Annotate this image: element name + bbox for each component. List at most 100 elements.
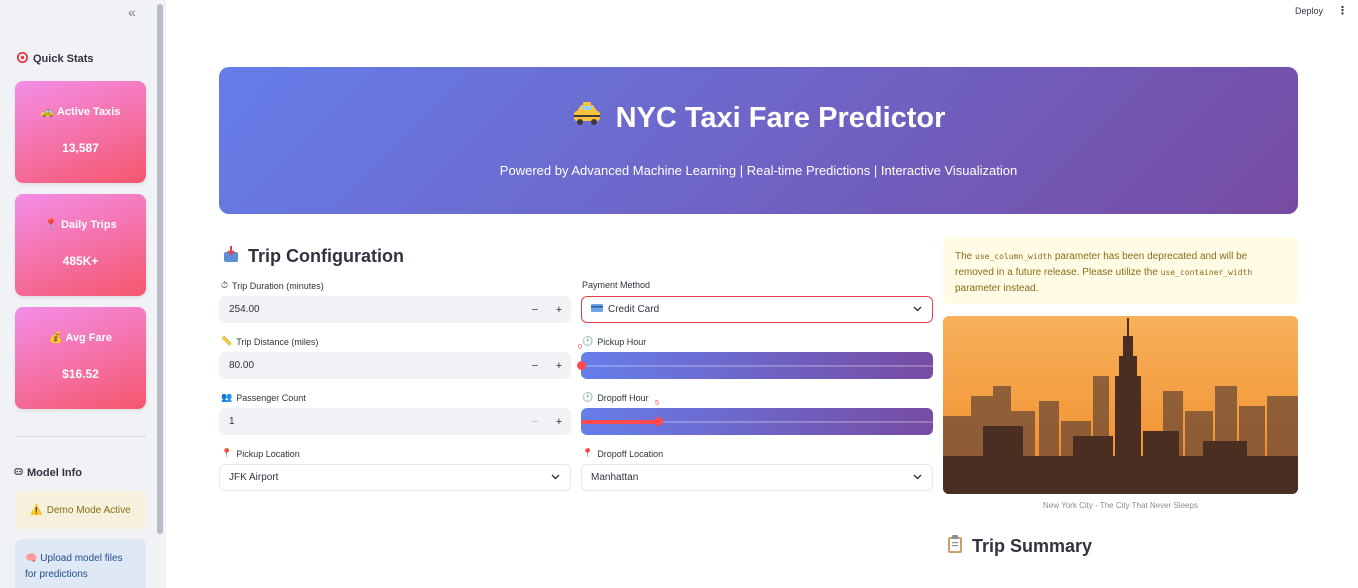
pin-icon: 📍 [221,448,233,458]
decrement-button[interactable]: − [523,304,547,316]
stat-card-avg-fare: 💰 Avg Fare $16.52 [15,307,146,409]
dropoff-location-label-text: Dropoff Location [597,448,664,459]
dropoff-location-label: 📍 Dropoff Location [582,448,663,459]
passenger-count-input[interactable]: 1 − + [219,408,571,435]
stat-card-daily-trips: 📍 Daily Trips 485K+ [15,194,146,296]
dropoff-hour-slider[interactable]: 5 [581,400,933,435]
taxi-icon [572,101,602,135]
slider-thumb[interactable] [654,417,663,426]
dropoff-location-value: Manhattan [591,472,639,483]
dropoff-hour-label-text: Dropoff Hour [597,392,649,403]
pin-icon: 📍 [44,219,58,231]
warning-text: The [955,251,976,262]
robot-icon [14,467,23,479]
trip-distance-input[interactable]: 80.00 − + [219,352,571,379]
sidebar-divider [15,436,146,437]
brain-icon: 🧠 [25,553,38,564]
warning-icon: ⚠️ [30,504,43,516]
decrement-button[interactable]: − [523,360,547,372]
stopwatch-icon: ⏱ [221,280,229,290]
pickup-location-label: 📍 Pickup Location [221,448,300,459]
pin-icon: 📍 [582,448,594,458]
increment-button[interactable]: + [547,416,571,428]
deploy-button[interactable]: Deploy [1295,6,1323,16]
ruler-icon: 📏 [221,336,233,346]
pickup-hour-slider[interactable]: 0 [577,344,933,379]
passenger-count-label: 👥 Passenger Count [221,392,306,403]
taxi-icon: 🚕 [40,106,55,118]
quick-stats-heading: Quick Stats [16,51,94,67]
slider-track [581,365,933,367]
trip-summary-heading: Trip Summary [946,534,1092,559]
model-info-title: Model Info [27,467,82,479]
stat-label: Daily Trips [61,219,117,231]
pickup-location-select[interactable]: JFK Airport [219,464,571,491]
clock-icon: 🕐 [582,392,594,402]
stat-label: Avg Fare [65,332,113,344]
deprecation-warning: The use_column_width parameter has been … [943,237,1298,304]
increment-button[interactable]: + [547,360,571,372]
passenger-count-label-text: Passenger Count [236,392,306,403]
pickup-location-value: JFK Airport [229,472,279,483]
image-caption: New York City - The City That Never Slee… [1043,501,1198,510]
slider-thumb[interactable] [577,361,586,370]
model-info-heading: Model Info [14,467,82,479]
pickup-hour-label-text: Pickup Hour [597,336,647,347]
nyc-skyline-image [943,316,1298,494]
trip-duration-value: 254.00 [229,304,260,315]
pickup-hour-label: 🕐 Pickup Hour [582,336,646,347]
stat-value: 485K+ [62,254,99,268]
increment-button[interactable]: + [547,304,571,316]
chevron-down-icon [551,472,560,483]
people-icon: 👥 [221,392,233,402]
payment-method-label: Payment Method [582,280,650,290]
trip-duration-input[interactable]: 254.00 − + [219,296,571,323]
upload-hint-alert: 🧠 Upload model files for predictions [15,539,146,588]
trip-distance-label: 📏 Trip Distance (miles) [221,336,318,347]
pickup-location-label-text: Pickup Location [236,448,300,459]
chevron-down-icon [913,472,922,483]
trip-config-title: Trip Configuration [248,246,404,266]
stat-label: Active Taxis [56,106,121,118]
hero-subtitle: Powered by Advanced Machine Learning | R… [499,163,1018,178]
passenger-count-value: 1 [229,416,235,427]
stat-value: $16.52 [62,367,99,381]
sidebar: « Quick Stats 🚕 Active Taxis 13,587 📍 Da… [0,0,166,588]
inbox-icon [222,245,240,268]
dropoff-location-select[interactable]: Manhattan [581,464,933,491]
trip-summary-title: Trip Summary [972,536,1093,556]
main-menu-icon[interactable]: ⋮ [1337,4,1348,17]
target-icon [16,51,29,67]
dropoff-hour-label: 🕐 Dropoff Hour [582,392,649,403]
slider-value: 5 [655,400,659,407]
credit-card-icon [591,304,603,315]
hero-title: NYC Taxi Fare Predictor [615,101,946,134]
trip-distance-label-text: Trip Distance (miles) [236,336,319,347]
warning-code: use_column_width [975,252,1053,261]
sidebar-scrollbar[interactable] [157,4,163,534]
decrement-button[interactable]: − [523,416,547,428]
payment-method-select[interactable]: Credit Card [581,296,933,323]
quick-stats-title: Quick Stats [33,53,94,65]
warning-text: parameter instead. [955,283,1039,294]
trip-config-heading: Trip Configuration [222,245,404,268]
stat-card-active-taxis: 🚕 Active Taxis 13,587 [15,81,146,183]
demo-mode-alert: ⚠️ Demo Mode Active [15,491,146,529]
chevron-down-icon [913,304,922,315]
slider-value: 0 [578,344,582,351]
collapse-sidebar-icon[interactable]: « [128,4,136,20]
clipboard-icon [946,534,964,559]
payment-method-value: Credit Card [608,304,660,315]
trip-duration-label-text: Trip Duration (minutes) [232,280,324,291]
clock-icon: 🕐 [582,336,594,346]
demo-mode-label: Demo Mode Active [46,504,131,516]
trip-duration-label: ⏱ Trip Duration (minutes) [221,280,324,291]
money-bag-icon: 💰 [48,332,63,344]
slider-fill [581,420,658,424]
hero-banner: NYC Taxi Fare Predictor Powered by Advan… [219,67,1298,214]
warning-code: use_container_width [1160,268,1253,277]
trip-distance-value: 80.00 [229,360,255,371]
stat-value: 13,587 [62,141,99,155]
payment-method-label-text: Payment Method [582,280,651,290]
upload-hint-text: Upload model files for predictions [25,553,123,580]
